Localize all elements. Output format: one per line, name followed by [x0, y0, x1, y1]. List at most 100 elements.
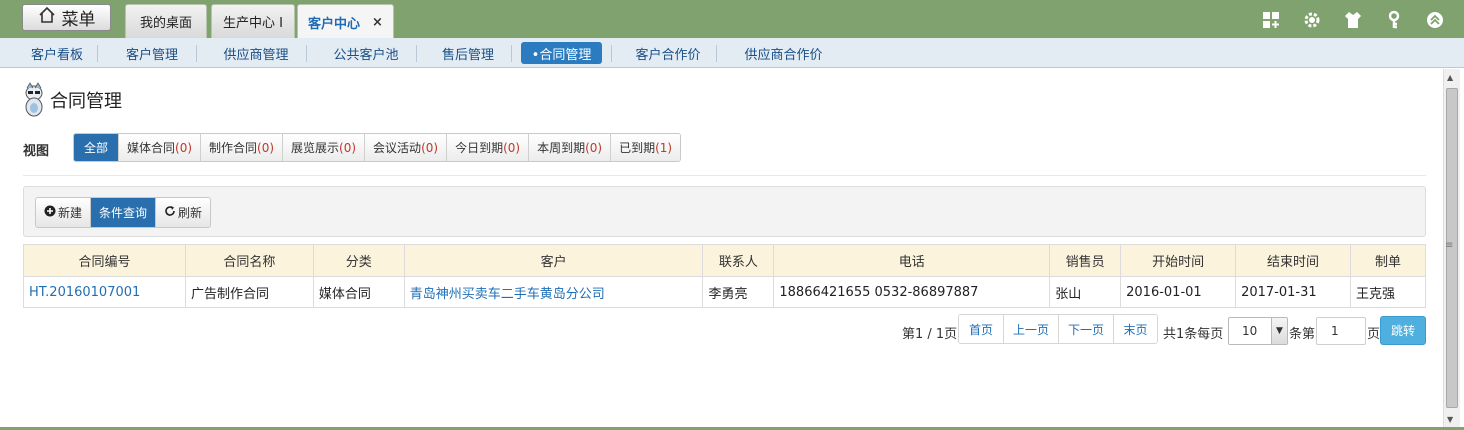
- total-text: 共1条每页: [1163, 327, 1224, 342]
- nav-divider: [97, 45, 98, 62]
- column-header[interactable]: 制单: [1349, 244, 1427, 277]
- nav-supplier-price[interactable]: 供应商合作价: [735, 42, 832, 64]
- new-button[interactable]: 新建: [36, 198, 92, 227]
- view-label-text: 本周到期: [537, 141, 586, 155]
- tab-label: 生产中心 I: [223, 16, 283, 31]
- go-button[interactable]: 跳转: [1380, 316, 1426, 345]
- page-size-value: 10: [1242, 324, 1258, 338]
- table-row[interactable]: HT.20160107001 广告制作合同 媒体合同 青岛神州买卖车二手车黄岛分…: [23, 276, 1427, 308]
- view-label-text: 全部: [83, 141, 108, 155]
- key-icon[interactable]: [1383, 9, 1405, 31]
- page-suffix: 页: [1367, 327, 1381, 342]
- last-page-button[interactable]: 末页: [1114, 315, 1157, 343]
- home-icon: [38, 6, 56, 29]
- table-cell: 18866421655 0532-86897887: [773, 276, 1051, 308]
- page-number-input[interactable]: 1: [1316, 317, 1366, 345]
- view-exhibition-button[interactable]: 展览展示 (0): [283, 134, 366, 161]
- nav-divider: [196, 45, 197, 62]
- view-media-contract-button[interactable]: 媒体合同 (0): [119, 134, 202, 161]
- menu-button[interactable]: 菜单: [22, 4, 111, 31]
- refresh-label: 刷新: [178, 206, 203, 220]
- column-header[interactable]: 结束时间: [1235, 244, 1351, 277]
- table-cell: 广告制作合同: [184, 276, 314, 308]
- page-number-value: 1: [1331, 324, 1339, 338]
- view-conference-button[interactable]: 会议活动 (0): [365, 134, 448, 161]
- prev-page-button[interactable]: 上一页: [1004, 315, 1059, 343]
- query-label: 条件查询: [99, 206, 148, 220]
- table-cell: 媒体合同: [312, 276, 405, 308]
- pagination: 首页 上一页 下一页 末页: [958, 314, 1158, 344]
- grid-add-icon[interactable]: [1260, 9, 1282, 31]
- action-button-group: 新建 条件查询 刷新: [35, 197, 212, 228]
- table-cell: 李勇亮: [702, 276, 775, 308]
- first-page-button[interactable]: 首页: [959, 315, 1004, 343]
- plus-circle-icon: [44, 205, 56, 220]
- nav-customer-price[interactable]: 客户合作价: [627, 42, 709, 64]
- view-expired-button[interactable]: 已到期 (1): [611, 134, 681, 161]
- view-count: (0): [503, 140, 521, 155]
- column-header[interactable]: 合同名称: [184, 244, 314, 277]
- page-title: 合同管理: [50, 91, 122, 112]
- view-label-text: 会议活动: [373, 141, 422, 155]
- view-count: (0): [339, 140, 357, 155]
- table-cell: 2017-01-31: [1235, 276, 1351, 308]
- view-production-contract-button[interactable]: 制作合同 (0): [201, 134, 284, 161]
- view-count: (1): [655, 140, 673, 155]
- tab-label: 客户中心: [308, 16, 361, 32]
- tab-my-desktop[interactable]: 我的桌面: [125, 4, 207, 38]
- view-label-text: 制作合同: [209, 141, 258, 155]
- view-label-text: 媒体合同: [127, 141, 176, 155]
- top-bar: 菜单 我的桌面 生产中心 I 客户中心 ×: [0, 0, 1464, 39]
- nav-after-sales[interactable]: 售后管理: [435, 42, 501, 64]
- nav-supplier-management[interactable]: 供应商管理: [215, 42, 297, 64]
- view-due-today-button[interactable]: 今日到期 (0): [447, 134, 530, 161]
- table-header-row: 合同编号 合同名称 分类 客户 联系人 电话 销售员 开始时间 结束时间 制单: [23, 244, 1427, 277]
- view-all-button[interactable]: 全部: [74, 134, 119, 161]
- column-header[interactable]: 电话: [773, 244, 1051, 277]
- nav-customer-management[interactable]: 客户管理: [117, 42, 187, 64]
- view-label-text: 今日到期: [455, 141, 504, 155]
- tab-customer-center[interactable]: 客户中心 ×: [297, 4, 394, 39]
- customer-link[interactable]: 青岛神州买卖车二手车黄岛分公司: [403, 276, 704, 308]
- column-header[interactable]: 分类: [312, 244, 405, 277]
- view-due-this-week-button[interactable]: 本周到期 (0): [529, 134, 612, 161]
- contract-number-link[interactable]: HT.20160107001: [23, 276, 186, 308]
- column-header[interactable]: 销售员: [1049, 244, 1122, 277]
- column-header[interactable]: 联系人: [702, 244, 775, 277]
- resize-grip-icon[interactable]: ≡: [1445, 240, 1453, 251]
- column-header[interactable]: 开始时间: [1120, 244, 1237, 277]
- table-cell: 张山: [1049, 276, 1122, 308]
- shirt-icon[interactable]: [1342, 9, 1364, 31]
- nav-divider: [611, 45, 612, 62]
- next-page-button[interactable]: 下一页: [1059, 315, 1114, 343]
- view-filter-group: 全部 媒体合同 (0) 制作合同 (0) 展览展示 (0) 会议活动 (0) 今…: [73, 133, 682, 162]
- scroll-down-icon[interactable]: ▼: [1447, 415, 1453, 424]
- nav-public-customer-pool[interactable]: 公共客户池: [325, 42, 407, 64]
- chevron-down-icon[interactable]: ▼: [1271, 318, 1287, 344]
- menu-label: 菜单: [61, 10, 96, 30]
- nav-contract-management[interactable]: •合同管理: [521, 42, 602, 64]
- mascot-icon: [20, 82, 48, 118]
- nav-divider: [416, 45, 417, 62]
- nav-customer-board[interactable]: 客户看板: [22, 42, 92, 64]
- items-label: 条第: [1289, 327, 1316, 342]
- page-size-select[interactable]: 10 ▼: [1228, 317, 1288, 345]
- collapse-up-icon[interactable]: [1424, 9, 1446, 31]
- contract-table: 合同编号 合同名称 分类 客户 联系人 电话 销售员 开始时间 结束时间 制单 …: [23, 244, 1427, 308]
- refresh-icon: [164, 205, 176, 220]
- column-header[interactable]: 客户: [403, 244, 704, 277]
- column-header[interactable]: 合同编号: [23, 244, 186, 277]
- page-info: 第1 / 1页: [902, 327, 958, 342]
- view-count: (0): [175, 140, 193, 155]
- action-toolbar: 新建 条件查询 刷新: [23, 186, 1426, 237]
- close-icon[interactable]: ×: [372, 15, 383, 30]
- sub-nav-bar: 客户看板 客户管理 供应商管理 公共客户池 售后管理 •合同管理 客户合作价 供…: [0, 38, 1464, 68]
- page-header: 合同管理: [20, 82, 122, 118]
- tab-production-center[interactable]: 生产中心 I: [211, 4, 295, 38]
- table-cell: 2016-01-01: [1120, 276, 1237, 308]
- view-count: (0): [585, 140, 603, 155]
- gear-icon[interactable]: [1301, 9, 1323, 31]
- scroll-up-icon[interactable]: ▲: [1447, 73, 1453, 82]
- conditional-query-button[interactable]: 条件查询: [91, 198, 157, 227]
- refresh-button[interactable]: 刷新: [156, 198, 211, 227]
